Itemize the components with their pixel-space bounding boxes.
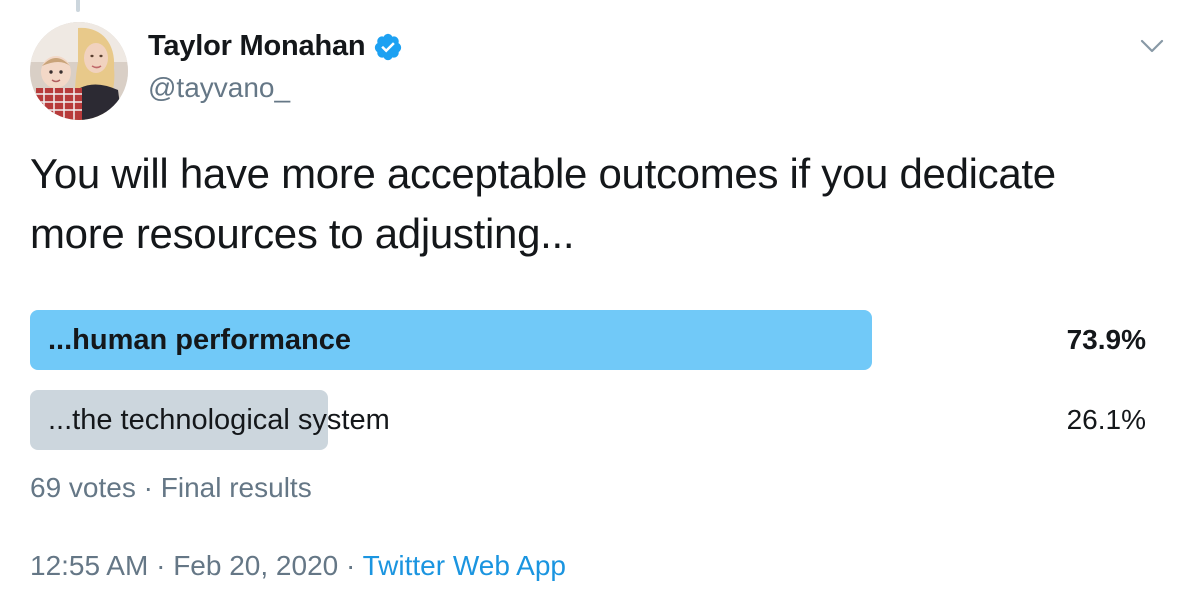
avatar[interactable]	[30, 22, 128, 120]
author-name-row[interactable]: Taylor Monahan	[148, 30, 403, 63]
poll: ...human performance 73.9% ...the techno…	[30, 310, 1146, 470]
poll-choice-percent: 26.1%	[1066, 404, 1146, 435]
separator-dot: ·	[346, 550, 356, 581]
poll-choice-label: ...the technological system	[48, 404, 390, 436]
poll-choice[interactable]: ...the technological system 26.1%	[30, 390, 1146, 450]
tweet-text-line: more resources to adjusting...	[30, 210, 575, 257]
separator-dot: ·	[143, 472, 153, 503]
poll-choice-percent: 73.9%	[1066, 324, 1146, 355]
tweet-date[interactable]: Feb 20, 2020	[173, 550, 338, 581]
tweet-source-link[interactable]: Twitter Web App	[363, 550, 566, 581]
chevron-down-icon[interactable]	[1138, 32, 1166, 60]
poll-choice-label: ...human performance	[48, 324, 351, 356]
author-display-name[interactable]: Taylor Monahan	[148, 30, 366, 63]
thread-connector-line	[76, 0, 80, 12]
avatar-image	[30, 22, 128, 120]
poll-choice[interactable]: ...human performance 73.9%	[30, 310, 1146, 370]
poll-status: Final results	[160, 472, 312, 503]
author-handle[interactable]: @tayvano_	[148, 72, 290, 104]
poll-summary: 69 votes · Final results	[30, 472, 312, 504]
tweet-time[interactable]: 12:55 AM	[30, 550, 148, 581]
separator-dot: ·	[156, 550, 166, 581]
tweet-text: You will have more acceptable outcomes i…	[30, 144, 1160, 264]
poll-vote-count: 69 votes	[30, 472, 136, 503]
tweet: Taylor Monahan @tayvano_ You will have m…	[0, 0, 1194, 616]
tweet-text-line: You will have more acceptable outcomes i…	[30, 150, 1056, 197]
tweet-timestamp-row: 12:55 AM · Feb 20, 2020 · Twitter Web Ap…	[30, 550, 566, 582]
verified-badge-icon	[375, 33, 402, 60]
